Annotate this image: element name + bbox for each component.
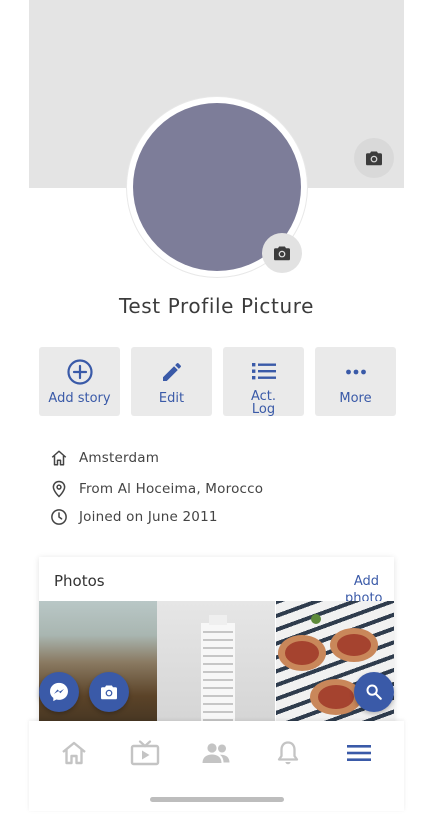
photos-card: Photos Add photo bbox=[39, 557, 394, 737]
bottom-nav bbox=[29, 721, 404, 811]
info-lives-in: Amsterdam bbox=[50, 449, 380, 467]
watch-icon bbox=[130, 740, 160, 766]
more-dots-icon bbox=[344, 359, 368, 385]
photo-thumbnail[interactable] bbox=[157, 601, 275, 737]
camera-icon bbox=[101, 685, 117, 700]
add-story-label: Add story bbox=[48, 391, 111, 406]
info-from: From Al Hoceima, Morocco bbox=[50, 480, 380, 498]
home-indicator bbox=[150, 797, 284, 802]
info-lives-in-text: Amsterdam bbox=[79, 450, 160, 466]
camera-fab-button[interactable] bbox=[89, 672, 129, 712]
info-joined: Joined on June 2011 bbox=[50, 508, 380, 526]
camera-icon bbox=[366, 151, 382, 166]
building-image bbox=[201, 615, 235, 737]
edit-label: Edit bbox=[158, 391, 185, 406]
nav-notifications[interactable] bbox=[271, 739, 305, 767]
activity-log-label: Act. Log bbox=[250, 389, 277, 417]
more-button[interactable]: More bbox=[315, 347, 396, 416]
clock-icon bbox=[50, 508, 68, 526]
notifications-icon bbox=[277, 741, 299, 765]
nav-friends[interactable] bbox=[199, 739, 233, 767]
profile-actions: Add story Edit Act. Log More bbox=[39, 347, 396, 416]
list-icon bbox=[251, 359, 277, 383]
avatar-camera-button[interactable] bbox=[262, 233, 302, 273]
menu-icon bbox=[347, 745, 371, 761]
edit-button[interactable]: Edit bbox=[131, 347, 212, 416]
info-joined-text: Joined on June 2011 bbox=[79, 509, 218, 525]
add-circle-icon bbox=[66, 359, 94, 385]
profile-name: Test Profile Picture bbox=[118, 294, 315, 318]
cover-camera-button[interactable] bbox=[354, 138, 394, 178]
add-story-button[interactable]: Add story bbox=[39, 347, 120, 416]
nav-watch[interactable] bbox=[128, 739, 162, 767]
nav-home[interactable] bbox=[57, 739, 91, 767]
pencil-icon bbox=[160, 359, 184, 385]
food-image bbox=[278, 614, 381, 715]
search-button[interactable] bbox=[354, 672, 394, 712]
location-pin-icon bbox=[50, 480, 68, 498]
messenger-button[interactable] bbox=[39, 672, 79, 712]
camera-icon bbox=[274, 246, 290, 261]
friends-icon bbox=[202, 743, 230, 763]
activity-log-button[interactable]: Act. Log bbox=[223, 347, 304, 416]
nav-menu[interactable] bbox=[342, 739, 376, 767]
home-outline-icon bbox=[50, 449, 68, 467]
photo-thumbnail[interactable] bbox=[276, 601, 394, 737]
home-icon bbox=[62, 741, 86, 765]
search-icon bbox=[366, 684, 382, 700]
more-label: More bbox=[339, 391, 372, 406]
photo-thumbnail[interactable] bbox=[39, 601, 157, 737]
photos-title: Photos bbox=[54, 572, 105, 590]
messenger-icon bbox=[50, 682, 68, 702]
info-from-text: From Al Hoceima, Morocco bbox=[79, 481, 264, 497]
